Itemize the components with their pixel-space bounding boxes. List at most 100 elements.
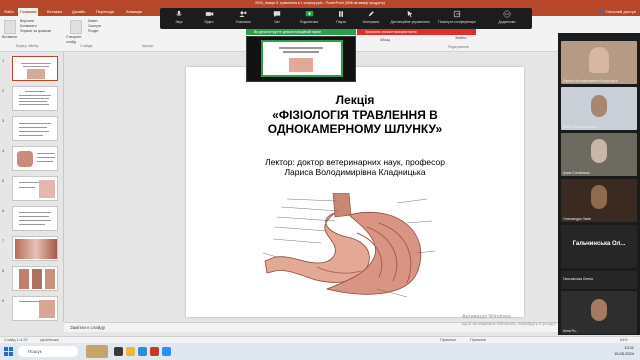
thumbnail-slide-9[interactable]	[12, 296, 58, 321]
tab-transitions[interactable]: Переходи	[94, 8, 116, 16]
windows-taskbar: Пошук 13:11 15.05.2024	[0, 343, 640, 360]
editing-label: Редагування	[448, 45, 469, 49]
leave-meeting-button[interactable]: Покинути конференцію	[438, 10, 476, 24]
microphone-icon	[176, 10, 182, 16]
current-slide[interactable]: Лекція «ФІЗІОЛОГІЯ ТРАВЛЕННЯ В ОДНОКАМЕР…	[186, 67, 524, 317]
pause-icon	[339, 11, 343, 17]
share-preview-window[interactable]	[246, 36, 356, 82]
participant-face	[591, 139, 607, 163]
thumbnail-slide-1[interactable]	[12, 56, 58, 81]
system-clock[interactable]: 13:11 15.05.2024	[614, 345, 634, 357]
windows-start-icon[interactable]	[4, 347, 13, 356]
thumbnail-number: 9	[2, 298, 5, 303]
mouse-pointer-icon	[407, 10, 413, 18]
more-button[interactable]: Додатково	[490, 10, 524, 24]
thumbnail-slide-7[interactable]	[12, 236, 58, 261]
find-button[interactable]: Знайти	[455, 36, 467, 40]
participants-button[interactable]: Учасники	[230, 10, 256, 24]
sharing-status-banner: Ви демонструєте демонстраційний екран	[246, 29, 356, 35]
thumbnail-number: 6	[2, 208, 5, 213]
thumbnail-number: 8	[2, 268, 5, 273]
share-preview-thumbnail	[261, 40, 343, 77]
video-label: Відео	[204, 20, 214, 24]
share-screen-button[interactable]: Поділитися	[296, 10, 322, 24]
share-label: Спільний доступ	[605, 9, 636, 14]
tab-animation[interactable]: Анімація	[124, 8, 144, 16]
annotate-button[interactable]: Анотувати	[358, 10, 384, 24]
tab-file[interactable]: Файл	[2, 8, 16, 16]
format-painter-button[interactable]: Формат за зразком	[20, 29, 51, 34]
share-screen-icon	[305, 11, 313, 17]
tab-home[interactable]: Головна	[18, 8, 39, 16]
stomach-illustration	[262, 193, 436, 298]
participant-tile[interactable]: Гальчинська Ол...	[561, 225, 637, 268]
clock-date: 15.05.2024	[613, 351, 634, 356]
thumbnail-slide-3[interactable]	[12, 116, 58, 141]
participant-name-large: Гальчинська Ол...	[572, 241, 626, 247]
remote-control-button[interactable]: Дистанційне управління	[390, 10, 430, 24]
taskbar-search[interactable]: Пошук	[18, 346, 78, 357]
slide-thumbnails-pane[interactable]: 1 2 3 4 5 6 7 8 9	[0, 52, 64, 322]
activation-watermark-title: Активація Windows	[462, 314, 511, 320]
thumbnail-number: 2	[2, 88, 5, 93]
participant-tile[interactable]: Олександра Львів	[561, 179, 637, 222]
section-button[interactable]: Розділ	[88, 29, 101, 34]
tab-design[interactable]: Дизайн	[70, 8, 87, 16]
thumbnail-slide-6[interactable]	[12, 206, 58, 231]
lecturer-name: Лариса Володимирівна Кладницька	[284, 167, 426, 177]
participant-name: Ірина Степанівна	[563, 171, 590, 175]
thumbnail-slide-8[interactable]	[12, 266, 58, 291]
task-view-icon[interactable]	[114, 347, 123, 356]
participant-name: Олександра Львів	[563, 217, 591, 221]
slide-title: Лекція	[335, 93, 375, 107]
paste-button[interactable]	[4, 20, 16, 34]
share-button[interactable]: 👤 Спільний доступ	[599, 8, 636, 15]
participant-gallery: Лариса Володимирівна Кладницька Вайс Нік…	[558, 33, 640, 335]
more-dots-icon	[503, 10, 511, 18]
participant-name: Гальчинська Олена	[563, 277, 593, 281]
window-title: 2024_лекція 5. травлення в 1 шлунку.pptx…	[0, 0, 640, 7]
edge-icon[interactable]	[138, 347, 147, 356]
thumbnail-slide-4[interactable]	[12, 146, 58, 171]
participants-label: Учасники	[235, 20, 251, 24]
participant-tile[interactable]: Анна Ро...	[561, 291, 637, 334]
remote-control-label: Дистанційне управління	[390, 20, 430, 24]
share-screen-label: Поділитися	[299, 20, 319, 24]
participant-tile[interactable]: Вайс Ніколай Іванович	[561, 87, 637, 130]
participant-tile[interactable]: Ірина Степанівна	[561, 133, 637, 176]
clipboard-label: Буфер обміну	[16, 44, 39, 48]
video-button[interactable]: Відео	[196, 10, 222, 24]
zoom-taskbar-icon[interactable]	[162, 347, 171, 356]
chat-label: Чат	[274, 20, 280, 24]
participant-name: Анна Ро...	[563, 329, 579, 333]
search-input: Пошук	[28, 349, 42, 354]
editing-group: Знайти	[455, 36, 467, 41]
participant-tile[interactable]: Лариса Володимирівна Кладницька	[561, 41, 637, 84]
stop-share-button[interactable]: Зупинити спільне використання	[357, 29, 476, 35]
thumbnail-number: 5	[2, 178, 5, 183]
thumbnail-number: 4	[2, 148, 5, 153]
taskbar-widget-image[interactable]	[86, 345, 108, 358]
chat-button[interactable]: Чат	[264, 10, 290, 24]
powerpoint-taskbar-icon[interactable]	[150, 347, 159, 356]
pencil-icon	[368, 11, 374, 17]
tab-insert[interactable]: Вставка	[45, 8, 64, 16]
chat-icon	[273, 11, 281, 18]
pause-share-button[interactable]: Пауза	[328, 10, 354, 24]
mute-button[interactable]: Звук	[166, 10, 192, 24]
zoom-meeting-toolbar: Звук Відео Учасники Чат Поділитися Пауза…	[160, 8, 532, 29]
camera-icon	[205, 12, 213, 16]
participant-tile[interactable]: Гальчинська Олена	[561, 271, 637, 289]
annotate-label: Анотувати	[362, 20, 380, 24]
thumbnail-slide-2[interactable]	[12, 86, 58, 111]
file-explorer-icon[interactable]	[126, 347, 135, 356]
paste-label: Вставити	[2, 35, 17, 39]
new-slide-button[interactable]	[70, 20, 82, 34]
participant-name: Вайс Ніколай Іванович	[563, 125, 598, 129]
thumbnail-slide-5[interactable]	[12, 176, 58, 201]
font-label: Шрифт	[142, 44, 154, 48]
thumbnail-number: 3	[2, 118, 5, 123]
slide-subtitle-line1: «ФІЗІОЛОГІЯ ТРАВЛЕННЯ В	[272, 108, 438, 122]
participant-face	[591, 185, 607, 209]
paragraph-tail-label: Абзац	[380, 38, 390, 42]
